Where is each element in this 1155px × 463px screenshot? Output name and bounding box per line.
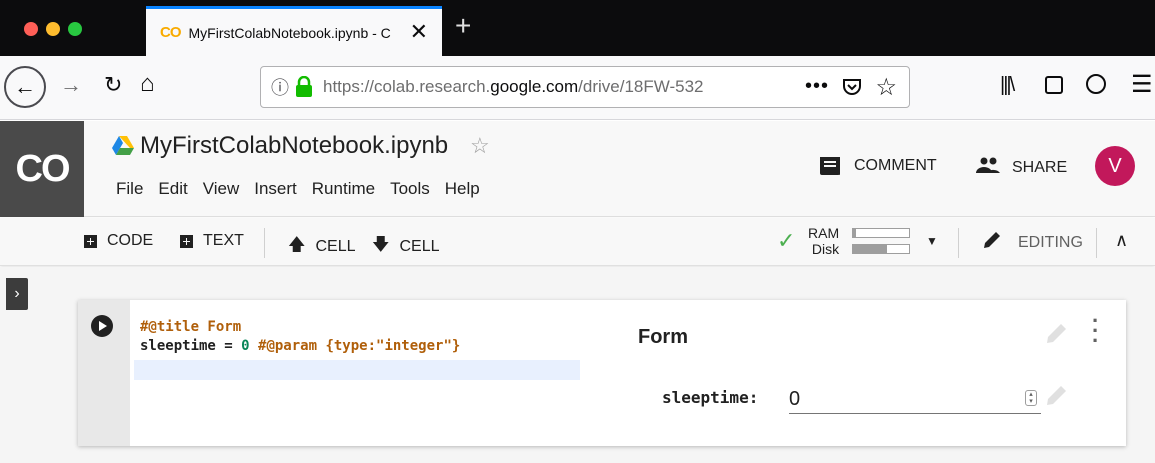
star-notebook-icon[interactable]: ☆	[470, 133, 490, 159]
ram-usage-fill	[853, 229, 856, 237]
arrow-up-icon: 🡅	[288, 235, 306, 254]
menu-tools[interactable]: Tools	[390, 179, 430, 199]
new-tab-button[interactable]: +	[455, 12, 471, 40]
move-cell-down-button[interactable]: 🡇 CELL	[372, 232, 440, 261]
pencil-icon	[982, 230, 1002, 255]
current-line-highlight	[134, 360, 580, 380]
add-text-button[interactable]: TEXT	[180, 232, 244, 250]
toolbar-divider	[264, 228, 265, 258]
info-icon[interactable]: ⓘ	[271, 74, 289, 100]
form-title: Form	[638, 326, 688, 348]
add-icon	[180, 234, 193, 248]
edit-form-icon[interactable]	[1044, 322, 1068, 351]
toolbar-divider	[958, 228, 959, 258]
editing-label: EDITING	[1018, 233, 1083, 251]
menu-file[interactable]: File	[116, 179, 143, 199]
add-icon	[84, 234, 97, 248]
bookmark-star-icon[interactable]: ☆	[875, 73, 897, 102]
code-editor[interactable]: #@title Form sleeptime = 0 #@param {type…	[130, 300, 624, 446]
back-button[interactable]: ←	[4, 66, 46, 108]
colab-favicon-icon: CO	[160, 24, 181, 41]
chevron-down-icon[interactable]: ▼	[926, 234, 938, 248]
browser-tab-active[interactable]: CO MyFirstColabNotebook.ipynb - C ✕	[146, 6, 442, 56]
url-text[interactable]: https://colab.research.google.com/drive/…	[323, 77, 773, 97]
notebook-title[interactable]: MyFirstColabNotebook.ipynb	[140, 132, 448, 160]
param-value: 0	[789, 388, 801, 410]
comment-icon	[820, 157, 840, 175]
arrow-down-icon: 🡇	[372, 235, 390, 254]
ram-usage-bar	[852, 228, 910, 238]
toolbar-divider	[1096, 228, 1097, 258]
run-cell-button[interactable]	[91, 315, 113, 337]
form-panel: Form · · · sleeptime: 0 ▴ ▾	[624, 300, 1126, 446]
library-icon[interactable]: |||\	[1000, 74, 1015, 97]
chevron-up-icon[interactable]: ∧	[1115, 230, 1128, 251]
close-window-button[interactable]	[24, 22, 38, 36]
number-stepper-icon[interactable]: ▴ ▾	[1025, 390, 1037, 406]
url-bar[interactable]: ⓘ https://colab.research.google.com/driv…	[260, 66, 910, 108]
add-code-button[interactable]: CODE	[84, 232, 153, 250]
editing-mode-button[interactable]: EDITING	[982, 230, 1083, 255]
sleeptime-input[interactable]: 0 ▴ ▾	[789, 382, 1041, 414]
sidebar-toggle-button[interactable]: ›	[6, 278, 28, 310]
forward-button[interactable]: →	[60, 72, 82, 98]
share-button[interactable]: SHARE	[976, 157, 1067, 178]
page-actions-icon[interactable]: •••	[805, 75, 829, 98]
colab-header: CO MyFirstColabNotebook.ipynb ☆ File Edi…	[0, 121, 1155, 217]
lock-icon	[295, 75, 313, 98]
ram-label: RAM	[808, 225, 840, 241]
code-cell[interactable]: #@title Form sleeptime = 0 #@param {type…	[78, 300, 1126, 446]
move-cell-up-button[interactable]: 🡅 CELL	[288, 232, 356, 261]
menu-view[interactable]: View	[203, 179, 240, 199]
more-options-icon[interactable]: · · ·	[1092, 310, 1099, 352]
menu-bar: File Edit View Insert Runtime Tools Help	[116, 179, 495, 199]
disk-label: Disk	[811, 241, 840, 257]
tab-title: MyFirstColabNotebook.ipynb - C	[188, 24, 391, 41]
notebook-area: › #@title Form sleeptime = 0 #@param {ty…	[0, 267, 1155, 463]
connected-check-icon: ✓	[777, 228, 796, 253]
code-line: sleeptime = 0 #@param {type:"integer"}	[140, 338, 461, 354]
param-label: sleeptime:	[662, 388, 759, 407]
menu-runtime[interactable]: Runtime	[312, 179, 375, 199]
share-label: SHARE	[1012, 158, 1068, 176]
add-code-label: CODE	[107, 232, 154, 249]
disk-usage-bar	[852, 244, 910, 254]
comment-label: COMMENT	[854, 157, 937, 174]
close-tab-icon[interactable]: ✕	[410, 21, 428, 43]
comment-button[interactable]: COMMENT	[820, 157, 937, 175]
notebook-toolbar: CODE TEXT 🡅 CELL 🡇 CELL ✓ RAM Disk ▼ EDI…	[0, 218, 1155, 266]
pocket-icon[interactable]	[841, 76, 863, 103]
minimize-window-button[interactable]	[46, 22, 60, 36]
reload-icon[interactable]: ↻	[104, 72, 122, 98]
add-text-label: TEXT	[203, 232, 244, 249]
browser-nav-bar: ← → ↻ ⌂ ⓘ https://colab.research.google.…	[0, 56, 1155, 120]
menu-insert[interactable]: Insert	[254, 179, 297, 199]
disk-usage-fill	[853, 245, 887, 253]
browser-tab-bar: CO MyFirstColabNotebook.ipynb - C ✕ +	[0, 0, 1155, 56]
menu-edit[interactable]: Edit	[158, 179, 187, 199]
cell-gutter	[78, 300, 130, 446]
maximize-window-button[interactable]	[68, 22, 82, 36]
colab-logo[interactable]: CO	[0, 121, 84, 217]
menu-help[interactable]: Help	[445, 179, 480, 199]
code-line: #@title Form	[140, 319, 242, 335]
people-icon	[976, 157, 1000, 178]
hamburger-menu-icon[interactable]: ☰	[1131, 70, 1153, 99]
move-down-label: CELL	[399, 237, 440, 255]
account-icon[interactable]	[1086, 74, 1106, 94]
edit-param-icon[interactable]	[1044, 384, 1068, 413]
resource-monitor[interactable]: RAM Disk	[808, 225, 839, 257]
google-drive-icon	[112, 135, 134, 160]
move-up-label: CELL	[315, 237, 356, 255]
home-icon[interactable]: ⌂	[140, 70, 155, 98]
sidebar-icon[interactable]	[1045, 76, 1063, 94]
avatar[interactable]: V	[1095, 146, 1135, 186]
